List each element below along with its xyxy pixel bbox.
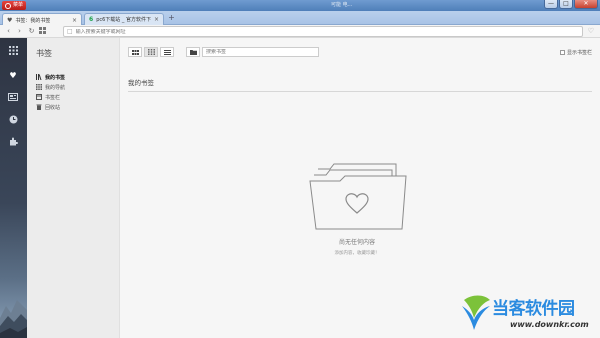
list-view-button[interactable] <box>160 47 174 57</box>
watermark-title: 当客软件园 <box>492 299 575 319</box>
back-icon[interactable]: ‹ <box>4 27 13 36</box>
maximize-button[interactable]: □ <box>559 0 573 9</box>
opera-logo-icon <box>5 2 11 9</box>
tree-item-label: 书签栏 <box>45 94 61 101</box>
add-folder-button[interactable] <box>186 47 200 57</box>
tab-label: 书签：我的书签 <box>15 17 51 24</box>
speed-dial-icon[interactable] <box>7 46 19 58</box>
small-grid-view-icon <box>147 49 155 55</box>
window-controls: — □ ✕ <box>544 0 598 9</box>
grid-icon <box>36 84 42 90</box>
show-bookmark-bar-checkbox[interactable] <box>559 50 565 55</box>
tab-strip: ♥ 书签：我的书签 × 6 pc6下载站 _ 官方软件下载 × + <box>0 11 600 26</box>
news-icon[interactable] <box>7 93 19 105</box>
large-grid-view-icon <box>131 49 139 55</box>
pc6-logo-icon: 6 <box>89 16 94 23</box>
panel-title: 书签 <box>36 49 52 58</box>
bookmark-bar-icon <box>36 94 42 100</box>
small-grid-view-button[interactable] <box>144 47 158 57</box>
tree-item-label: 我的导航 <box>45 84 66 91</box>
add-folder-icon <box>189 50 197 55</box>
minimize-button[interactable]: — <box>544 0 558 9</box>
show-bookmark-bar-toggle[interactable]: 显示书签栏 <box>559 49 592 56</box>
wallpaper-mountain-image <box>0 300 27 338</box>
tree-item-bookmark-bar[interactable]: 书签栏 <box>36 92 65 102</box>
navigation-bar: ‹ › ↻ □ ♡ <box>0 25 600 38</box>
list-view-icon <box>163 49 171 55</box>
heart-icon[interactable]: ♥ <box>7 70 19 82</box>
history-icon[interactable] <box>7 115 19 127</box>
left-sidebar: ♥ <box>0 38 27 338</box>
new-tab-button[interactable]: + <box>167 14 176 23</box>
empty-folder-icon <box>309 163 407 230</box>
speed-dial-grid-icon[interactable] <box>38 27 47 36</box>
tree-item-my-navigation[interactable]: 我的导航 <box>36 82 65 92</box>
close-window-button[interactable]: ✕ <box>574 0 598 9</box>
opera-menu-button[interactable]: 菜单 <box>2 1 26 10</box>
bookmark-heart-icon[interactable]: ♡ <box>588 27 594 35</box>
bookmark-search-input[interactable] <box>206 49 316 55</box>
section-divider <box>128 91 592 92</box>
tree-item-label: 回收站 <box>45 104 61 111</box>
address-bar[interactable]: □ <box>63 26 583 37</box>
empty-subtitle: 添加内容，收藏珍藏！ <box>334 251 380 256</box>
title-bar: 菜单 可能 电... — □ ✕ <box>0 0 600 11</box>
reload-icon[interactable]: ↻ <box>27 27 36 36</box>
show-bookmark-bar-label: 显示书签栏 <box>566 50 592 56</box>
watermark-logo-icon <box>462 295 490 330</box>
close-tab-icon[interactable]: × <box>154 16 159 23</box>
bookmarks-panel: 书签 我的书签 我的导航 书签栏 回收站 <box>27 38 120 338</box>
tree-item-label: 我的书签 <box>45 74 66 81</box>
tab-label: pc6下载站 _ 官方软件下载 <box>96 17 151 23</box>
section-title: 我的书签 <box>128 79 154 87</box>
title-bar-text: 可能 电... <box>331 2 353 8</box>
trash-icon <box>36 104 42 110</box>
watermark: 当客软件园 www.downkr.com <box>460 292 600 338</box>
tab-pc6[interactable]: 6 pc6下载站 _ 官方软件下载 × <box>84 13 164 25</box>
large-grid-view-button[interactable] <box>128 47 142 57</box>
bookmark-tree: 我的书签 我的导航 书签栏 回收站 <box>36 72 65 112</box>
empty-state: 尚无任何内容 添加内容，收藏珍藏！ <box>302 155 412 265</box>
page-icon: □ <box>67 28 73 35</box>
close-tab-icon[interactable]: × <box>72 17 77 24</box>
watermark-url: www.downkr.com <box>510 320 589 329</box>
extensions-icon[interactable] <box>7 137 19 149</box>
empty-title: 尚无任何内容 <box>338 239 375 246</box>
address-input[interactable] <box>75 28 556 35</box>
heart-icon: ♥ <box>7 16 13 24</box>
forward-icon[interactable]: › <box>15 27 24 36</box>
bookmark-search[interactable] <box>202 47 319 57</box>
view-toolbar <box>128 47 200 57</box>
tree-item-my-bookmarks[interactable]: 我的书签 <box>36 72 65 82</box>
tree-item-trash[interactable]: 回收站 <box>36 102 65 112</box>
menu-label: 菜单 <box>13 2 24 8</box>
bookmarks-icon <box>36 74 42 80</box>
